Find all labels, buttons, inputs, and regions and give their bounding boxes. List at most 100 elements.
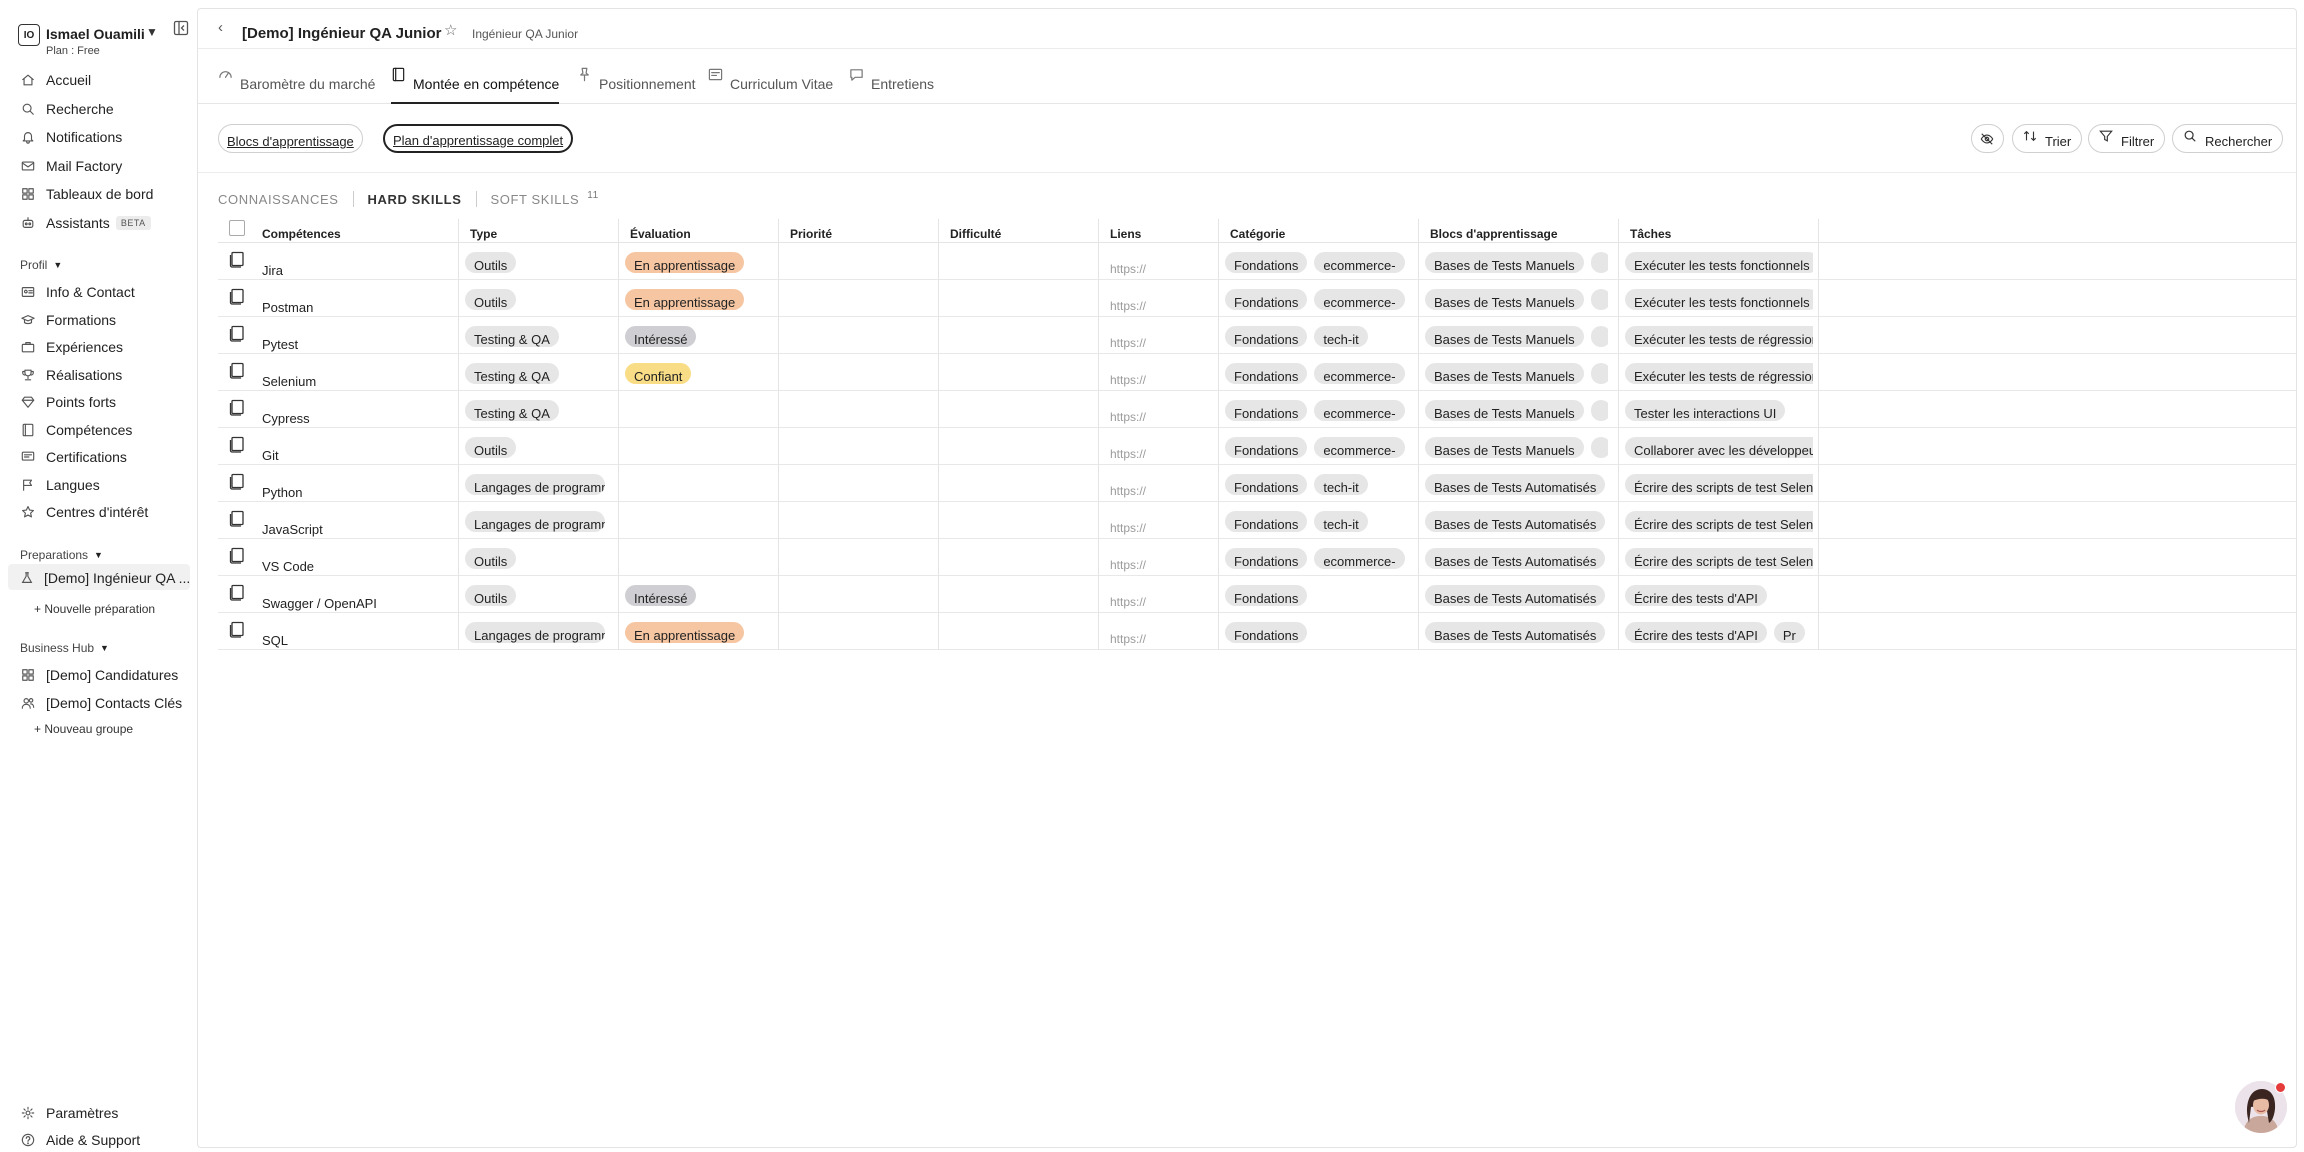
- tab-curriculum-vitae[interactable]: Curriculum Vitae: [708, 68, 833, 104]
- difficulty-cell[interactable]: [938, 613, 1098, 650]
- difficulty-cell[interactable]: [938, 465, 1098, 502]
- sidebar-item-experiences[interactable]: Expériences: [20, 335, 190, 359]
- workspace-switcher[interactable]: IO Ismael Ouamili Plan : Free ▼: [14, 20, 197, 57]
- sidebar-item-accueil[interactable]: Accueil: [20, 68, 190, 92]
- priority-cell[interactable]: [778, 243, 938, 280]
- priority-cell[interactable]: [778, 391, 938, 428]
- star-icon[interactable]: ☆: [444, 21, 457, 39]
- link-placeholder[interactable]: https://: [1110, 447, 1146, 461]
- evaluation-chip[interactable]: Intéressé: [625, 585, 697, 606]
- document-icon[interactable]: [229, 399, 245, 416]
- priority-cell[interactable]: [778, 576, 938, 613]
- evaluation-chip[interactable]: En apprentissage: [625, 622, 745, 643]
- header-col-difficulte[interactable]: Difficulté: [950, 227, 1001, 241]
- skill-name[interactable]: VS Code: [262, 559, 314, 574]
- sidebar-item-demo-contacts-cles[interactable]: [Demo] Contacts Clés: [20, 691, 190, 715]
- sort-button[interactable]: Trier: [2012, 124, 2083, 153]
- sidebar-collapse-icon[interactable]: [173, 20, 195, 42]
- difficulty-cell[interactable]: [938, 576, 1098, 613]
- difficulty-cell[interactable]: [938, 243, 1098, 280]
- sidebar-item-competences[interactable]: Compétences: [20, 418, 190, 442]
- subtab-soft-skills[interactable]: SOFT SKILLS: [491, 192, 580, 207]
- subtab-connaissances[interactable]: CONNAISSANCES: [218, 192, 339, 207]
- header-col-priorite[interactable]: Priorité: [790, 227, 832, 241]
- table-row[interactable]: JavaScript Langages de programmation https…: [218, 502, 2296, 539]
- hide-columns-button[interactable]: [1971, 124, 2004, 153]
- tab-entretiens[interactable]: Entretiens: [849, 69, 934, 104]
- document-icon[interactable]: [229, 547, 245, 564]
- table-row[interactable]: Swagger / OpenAPI Outils Intéressé https://…: [218, 576, 2296, 613]
- skill-name[interactable]: Selenium: [262, 374, 316, 389]
- sidebar-item-preparation[interactable]: [Demo] Ingénieur QA ...: [20, 566, 190, 590]
- skill-name[interactable]: Python: [262, 485, 302, 500]
- table-row[interactable]: Git Outils https:// Fondations ecommerce- Bas…: [218, 428, 2296, 465]
- header-col-taches[interactable]: Tâches: [1630, 227, 1671, 241]
- sidebar-item-langues[interactable]: Langues: [20, 473, 190, 497]
- table-row[interactable]: Selenium Testing & QA Confiant https:// Fond…: [218, 354, 2296, 391]
- table-row[interactable]: VS Code Outils https:// Fondations ecommerce…: [218, 539, 2296, 576]
- priority-cell[interactable]: [778, 428, 938, 465]
- skill-name[interactable]: Cypress: [262, 411, 310, 426]
- sidebar-item-info-contact[interactable]: Info & Contact: [20, 280, 190, 304]
- header-col-type[interactable]: Type: [470, 227, 497, 241]
- evaluation-chip[interactable]: Confiant: [625, 363, 692, 384]
- sidebar-item-certifications[interactable]: Certifications: [20, 445, 190, 469]
- skill-name[interactable]: Pytest: [262, 337, 298, 352]
- learning-blocks-button[interactable]: Blocs d'apprentissage: [218, 124, 363, 153]
- link-placeholder[interactable]: https://: [1110, 558, 1146, 572]
- link-placeholder[interactable]: https://: [1110, 484, 1146, 498]
- header-col-liens[interactable]: Liens: [1110, 227, 1141, 241]
- priority-cell[interactable]: [778, 539, 938, 576]
- tab-montee-en-competence[interactable]: Montée en compétence: [391, 67, 560, 104]
- table-row[interactable]: Postman Outils En apprentissage https:// Fon…: [218, 280, 2296, 317]
- evaluation-chip[interactable]: En apprentissage: [625, 289, 745, 310]
- link-placeholder[interactable]: https://: [1110, 262, 1146, 276]
- new-group-link[interactable]: + Nouveau groupe: [34, 722, 133, 736]
- priority-cell[interactable]: [778, 317, 938, 354]
- difficulty-cell[interactable]: [938, 502, 1098, 539]
- document-icon[interactable]: [229, 584, 245, 601]
- header-col-evaluation[interactable]: Évaluation: [630, 227, 691, 241]
- sidebar-item-aide-support[interactable]: Aide & Support: [20, 1128, 190, 1152]
- link-placeholder[interactable]: https://: [1110, 299, 1146, 313]
- sidebar-item-demo-candidatures[interactable]: [Demo] Candidatures: [20, 663, 190, 687]
- difficulty-cell[interactable]: [938, 317, 1098, 354]
- header-col-blocs[interactable]: Blocs d'apprentissage: [1430, 227, 1558, 241]
- sidebar-item-assistants[interactable]: Assistants BETA: [20, 211, 190, 235]
- section-business-hub[interactable]: Business Hub ▼: [20, 641, 109, 655]
- skill-name[interactable]: JavaScript: [262, 522, 323, 537]
- filter-button[interactable]: Filtrer: [2088, 124, 2166, 153]
- evaluation-chip[interactable]: Intéressé: [625, 326, 697, 347]
- sidebar-item-parametres[interactable]: Paramètres: [20, 1101, 190, 1125]
- header-col-categorie[interactable]: Catégorie: [1230, 227, 1285, 241]
- back-icon[interactable]: ‹: [218, 19, 223, 36]
- link-placeholder[interactable]: https://: [1110, 410, 1146, 424]
- difficulty-cell[interactable]: [938, 539, 1098, 576]
- table-row[interactable]: Pytest Testing & QA Intéressé https:// Fonda…: [218, 317, 2296, 354]
- full-learning-plan-button[interactable]: Plan d'apprentissage complet: [383, 124, 574, 153]
- skill-name[interactable]: Postman: [262, 300, 313, 315]
- link-placeholder[interactable]: https://: [1110, 632, 1146, 646]
- table-row[interactable]: Jira Outils En apprentissage https:// Fondat…: [218, 243, 2296, 280]
- document-icon[interactable]: [229, 621, 245, 638]
- document-icon[interactable]: [229, 436, 245, 453]
- chevron-down-icon[interactable]: ▼: [146, 25, 158, 39]
- priority-cell[interactable]: [778, 502, 938, 539]
- document-icon[interactable]: [229, 473, 245, 490]
- header-col-competences[interactable]: Compétences: [262, 227, 341, 241]
- difficulty-cell[interactable]: [938, 391, 1098, 428]
- link-placeholder[interactable]: https://: [1110, 373, 1146, 387]
- skill-name[interactable]: Git: [262, 448, 279, 463]
- sidebar-item-points-forts[interactable]: Points forts: [20, 390, 190, 414]
- evaluation-chip[interactable]: En apprentissage: [625, 252, 745, 273]
- skill-name[interactable]: Swagger / OpenAPI: [262, 596, 377, 611]
- document-icon[interactable]: [229, 510, 245, 527]
- difficulty-cell[interactable]: [938, 428, 1098, 465]
- sidebar-item-formations[interactable]: Formations: [20, 308, 190, 332]
- new-preparation-link[interactable]: + Nouvelle préparation: [34, 602, 155, 616]
- subtab-hard-skills[interactable]: HARD SKILLS: [368, 192, 462, 207]
- table-row[interactable]: Cypress Testing & QA https:// Fondations eco…: [218, 391, 2296, 428]
- skill-name[interactable]: Jira: [262, 263, 283, 278]
- priority-cell[interactable]: [778, 354, 938, 391]
- table-row[interactable]: Python Langages de programmation https:// F…: [218, 465, 2296, 502]
